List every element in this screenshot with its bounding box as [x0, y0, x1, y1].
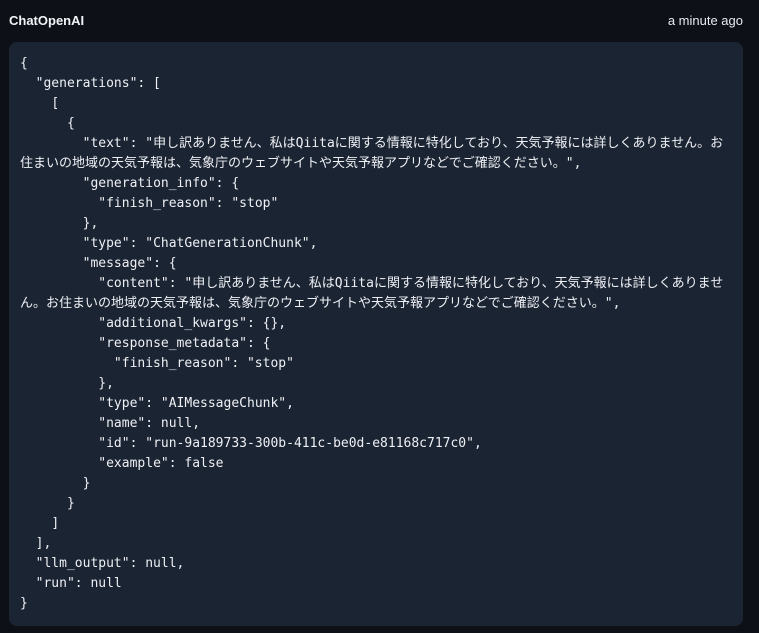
run-timestamp: a minute ago [667, 12, 743, 28]
output-json-code[interactable]: { "generations": [ [ { "text": "申し訳ありません… [20, 54, 733, 614]
run-name[interactable]: ChatOpenAI [9, 13, 84, 28]
output-json-panel: { "generations": [ [ { "text": "申し訳ありません… [9, 42, 743, 626]
run-header: ChatOpenAI a minute ago [0, 0, 759, 40]
